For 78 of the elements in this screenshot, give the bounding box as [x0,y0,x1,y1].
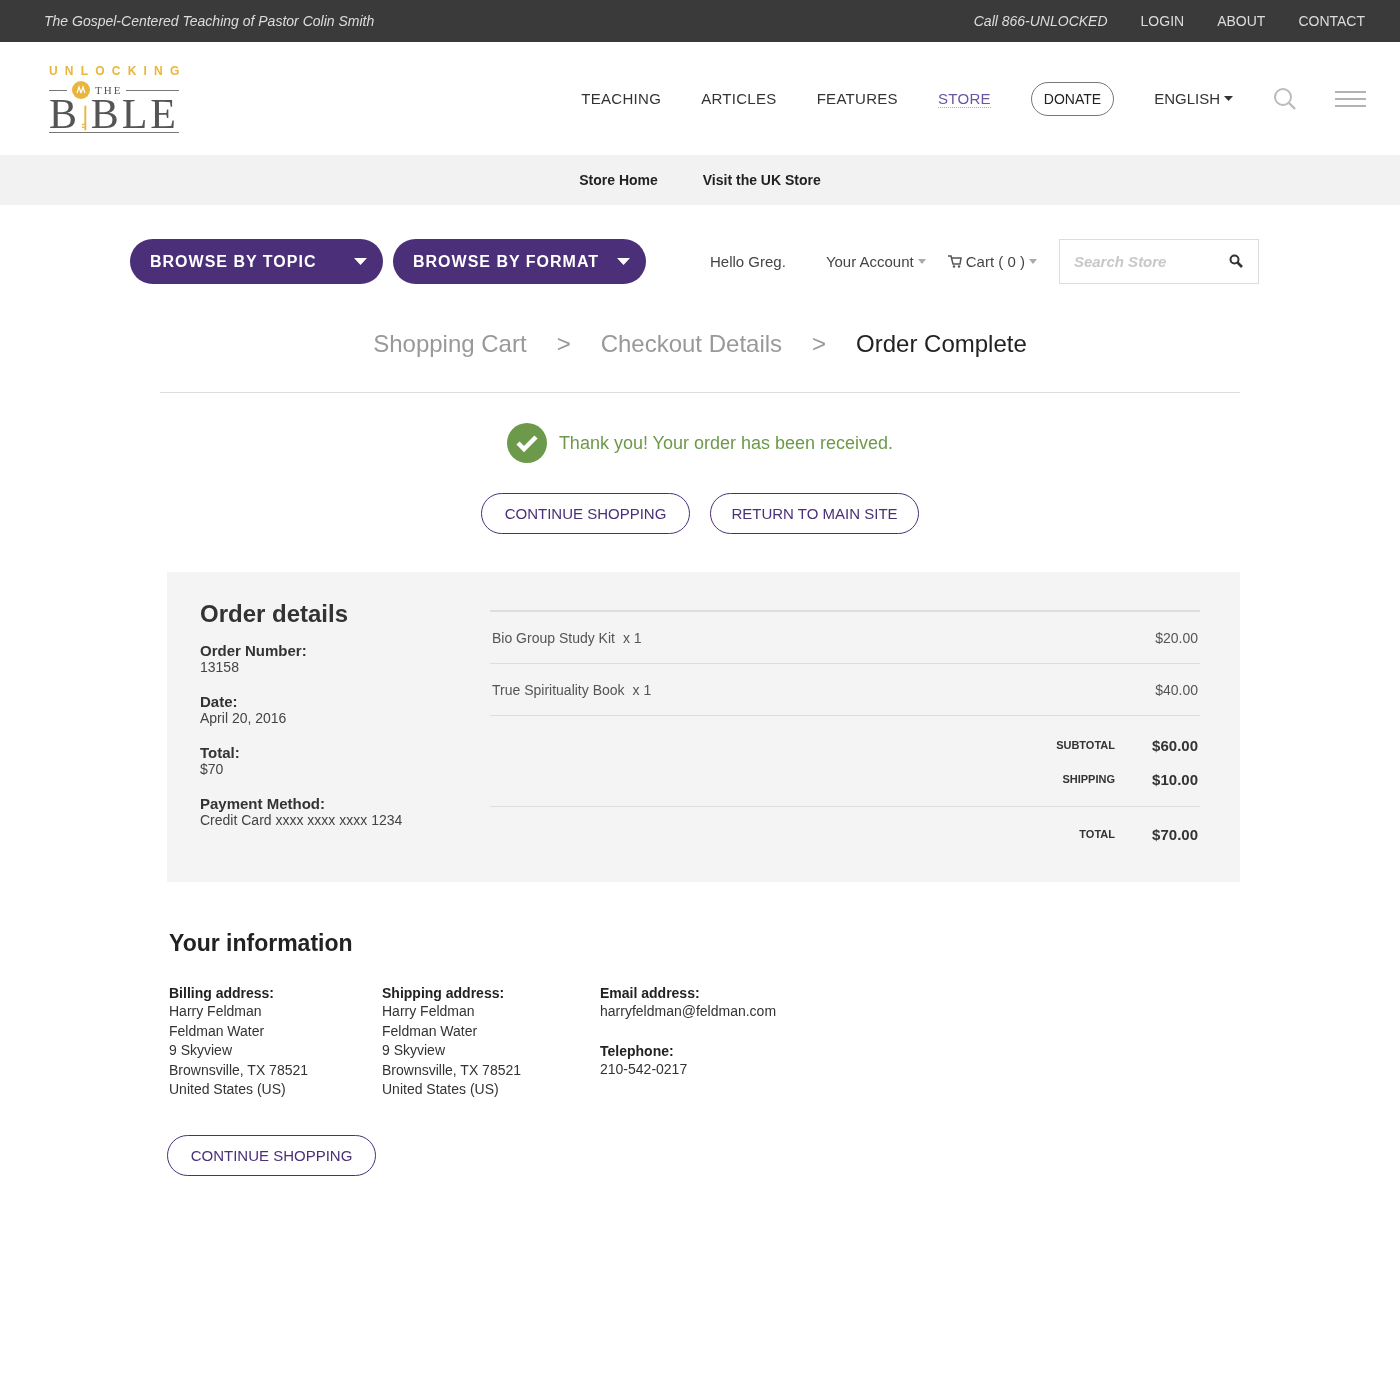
action-button[interactable]: CONTINUE SHOPPING [481,493,690,534]
item-price: $40.00 [1155,681,1198,698]
account-dropdown[interactable]: Your Account [825,253,926,270]
nav-link[interactable]: TEACHING [581,90,662,107]
cart-icon [947,255,962,268]
caret-icon [917,259,926,264]
info-text: 9 Skyview [169,1041,234,1060]
info-text: Brownsville, TX 78521 [169,1060,310,1080]
top-link[interactable]: ABOUT [1217,13,1266,29]
field-value: 13158 [200,659,240,675]
step-separator: > [556,330,571,358]
section-title: Order details [200,600,350,628]
step-separator: > [812,330,827,358]
info-text: United States (US) [382,1080,500,1099]
field-label: Payment Method: [200,795,326,812]
field-value: $70 [200,761,225,777]
info-label: Email address: [600,984,701,1002]
info-text: Feldman Water [382,1021,479,1041]
info-label: Telephone: [600,1041,675,1060]
phone-number: Call 866-UNLOCKED [973,13,1108,29]
item-quantity: x 1 [632,681,652,698]
summary-label: TOTAL [1079,828,1115,840]
field-label: Date: [200,693,239,710]
top-link[interactable]: CONTACT [1298,13,1365,29]
field-value: April 20, 2016 [200,710,288,726]
logo-text: B [49,92,80,136]
item-quantity: x 1 [622,629,642,646]
field-label: Total: [200,744,241,761]
action-button[interactable]: RETURN TO MAIN SITE [710,493,919,534]
checkout-step: Checkout Details [600,330,783,358]
checkout-step: Shopping Cart [373,330,527,358]
language-dropdown[interactable]: ENGLISH [1154,90,1233,107]
summary-value: $10.00 [1151,770,1198,788]
top-link[interactable]: LOGIN [1140,13,1185,29]
caret-icon [354,258,367,265]
summary-value: $70.00 [1151,825,1198,843]
logo-text: THE [95,84,123,96]
item-name: True Spirituality Book [492,681,625,698]
tagline: The Gospel-Centered Teaching of Pastor Colin Smith [44,13,375,29]
caret-icon [1028,259,1037,264]
item-name: Bio Group Study Kit [492,629,615,646]
logo-text: UNLOCKING [49,64,179,78]
summary-label: SHIPPING [1062,773,1115,785]
section-title: Your information [169,930,354,957]
info-text: Harry Feldman [382,1002,476,1021]
check-icon [506,423,547,463]
nav-link[interactable]: STORE [937,89,991,108]
item-price: $20.00 [1155,629,1198,646]
field-value: Credit Card xxxx xxxx xxxx 1234 [200,812,404,828]
browse-dropdown[interactable]: BROWSE BY TOPIC [130,239,383,284]
nav-link[interactable]: FEATURES [816,90,898,107]
info-label: Shipping address: [382,984,506,1002]
caret-icon [1224,96,1233,101]
info-text: Feldman Water [169,1021,266,1041]
summary-value: $60.00 [1151,736,1198,754]
info-text: harryfeldman@feldman.com [600,1002,778,1021]
continue-shopping-button[interactable]: CONTINUE SHOPPING [167,1134,376,1176]
browse-dropdown[interactable]: BROWSE BY FORMAT [393,239,646,284]
store-nav-link[interactable]: Store Home [579,172,658,188]
info-text: 9 Skyview [382,1041,447,1060]
caret-icon [617,258,630,265]
store-nav-link[interactable]: Visit the UK Store [702,172,821,188]
info-text: Harry Feldman [169,1002,263,1021]
key-head-icon [71,80,91,100]
summary-label: SUBTOTAL [1056,739,1115,751]
menu-icon[interactable] [1335,90,1366,107]
search-icon[interactable] [1228,254,1243,268]
info-text: 210-542-0217 [600,1059,689,1079]
confirmation-message: Thank you! Your order has been received. [558,432,894,454]
cart-link[interactable]: Cart ( 0 ) [947,253,1037,270]
info-text: United States (US) [169,1080,287,1099]
donate-button[interactable]: DONATE [1030,81,1115,116]
info-label: Billing address: [169,984,276,1002]
info-text: Brownsville, TX 78521 [382,1060,523,1080]
field-label: Order Number: [200,642,308,659]
nav-link[interactable]: ARTICLES [701,90,777,107]
checkout-step: Order Complete [856,330,1027,358]
greeting: Hello Greg. [710,253,786,270]
